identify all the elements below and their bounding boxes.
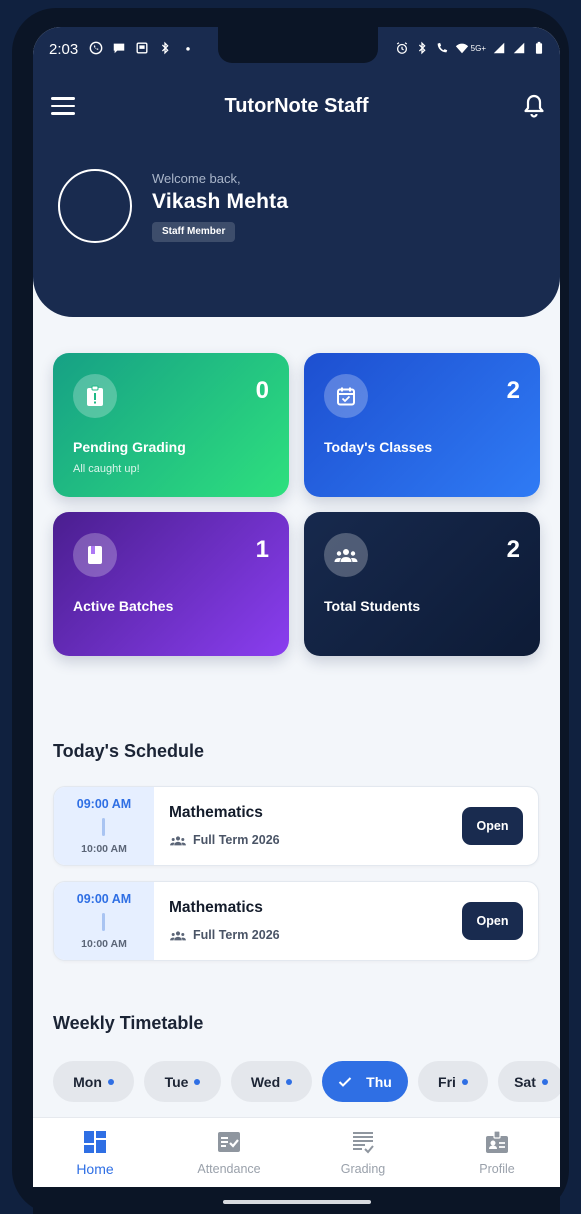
nav-label: Attendance: [197, 1162, 261, 1176]
end-time: 10:00 AM: [81, 843, 127, 855]
day-chip-mon[interactable]: Mon: [53, 1061, 134, 1102]
nav-profile[interactable]: Profile: [442, 1118, 552, 1188]
stat-card-pending-grading[interactable]: 0 Pending Grading All caught up!: [53, 353, 289, 497]
stat-value: 2: [506, 377, 520, 404]
day-label: Sat: [514, 1073, 536, 1090]
batch-info: Full Term 2026: [169, 928, 280, 942]
bell-icon[interactable]: [522, 93, 546, 119]
check-icon: [338, 1076, 352, 1087]
people-icon: [170, 835, 186, 845]
nav-label: Grading: [340, 1162, 386, 1176]
avatar[interactable]: [58, 169, 132, 243]
nav-home[interactable]: Home: [40, 1118, 150, 1188]
nav-label: Home: [76, 1161, 114, 1177]
stat-value: 0: [255, 377, 269, 404]
user-name: Vikash Mehta: [152, 190, 289, 213]
start-time: 09:00 AM: [76, 892, 132, 906]
people-icon: [324, 533, 368, 577]
whatsapp-icon: [89, 41, 103, 55]
stat-label: Today's Classes: [324, 439, 433, 455]
clipboard-alert-icon: [73, 374, 117, 418]
stat-label: Active Batches: [73, 598, 174, 614]
schedule-item[interactable]: 09:00 AM 10:00 AM Mathematics Full Term …: [53, 881, 539, 961]
bluetooth-icon: [161, 41, 169, 55]
stat-label: Total Students: [324, 598, 421, 614]
dot-indicator: [286, 1078, 293, 1085]
chat-icon: [113, 43, 125, 54]
time-divider: [102, 818, 105, 836]
attendance-icon: [218, 1132, 240, 1152]
timetable-section-title: Weekly Timetable: [53, 1013, 204, 1033]
stat-card-active-batches[interactable]: 1 Active Batches: [53, 512, 289, 656]
network-type: 5G+: [470, 43, 486, 53]
header-panel: 2:03 5G+ TutorNote Staff Welcome back, V…: [33, 27, 560, 317]
dashboard-icon: [84, 1131, 106, 1153]
status-bar: 2:03 5G+: [33, 37, 560, 63]
nav-attendance[interactable]: Attendance: [174, 1118, 284, 1188]
time-block: 09:00 AM 10:00 AM: [54, 787, 154, 865]
welcome-text: Welcome back,: [152, 171, 241, 186]
calendar-check-icon: [324, 374, 368, 418]
dot-indicator: [107, 1078, 114, 1085]
app-title: TutorNote Staff: [224, 95, 369, 117]
day-chip-sat[interactable]: Sat: [498, 1061, 560, 1102]
signal-icon: [493, 42, 505, 54]
notification-icons: [89, 41, 195, 55]
batch-name: Full Term 2026: [193, 833, 280, 847]
schedule-item[interactable]: 09:00 AM 10:00 AM Mathematics Full Term …: [53, 786, 539, 866]
home-indicator[interactable]: [223, 1200, 371, 1204]
gesture-area: [33, 1187, 560, 1214]
role-badge: Staff Member: [152, 222, 236, 242]
people-icon: [170, 930, 186, 940]
stat-label: Pending Grading: [73, 439, 186, 455]
book-icon: [73, 533, 117, 577]
day-label: Tue: [164, 1073, 189, 1090]
system-icons: 5G+: [395, 41, 546, 55]
time-divider: [102, 913, 105, 931]
stat-value: 1: [255, 536, 269, 563]
app-screen: 2:03 5G+ TutorNote Staff Welcome back, V…: [33, 27, 560, 1214]
start-time: 09:00 AM: [76, 797, 132, 811]
dot-indicator: [541, 1078, 548, 1085]
wifi-call-icon: [437, 42, 447, 53]
subject-name: Mathematics: [169, 804, 263, 821]
day-chip-thu[interactable]: Thu: [322, 1061, 408, 1102]
stat-card-total-students[interactable]: 2 Total Students: [304, 512, 540, 656]
status-time: 2:03: [49, 41, 79, 58]
nav-label: Profile: [479, 1162, 515, 1176]
battery-icon: [535, 41, 543, 54]
wifi-icon: [455, 43, 468, 54]
badge-icon: [486, 1130, 508, 1153]
stat-card-todays-classes[interactable]: 2 Today's Classes: [304, 353, 540, 497]
dot-indicator: [461, 1078, 468, 1085]
day-chip-wed[interactable]: Wed: [231, 1061, 312, 1102]
time-block: 09:00 AM 10:00 AM: [54, 882, 154, 960]
batch-info: Full Term 2026: [169, 833, 280, 847]
day-chip-tue[interactable]: Tue: [144, 1061, 221, 1102]
end-time: 10:00 AM: [81, 938, 127, 950]
square-icon: [136, 42, 148, 54]
dot-icon: [186, 47, 190, 51]
stat-value: 2: [506, 536, 520, 563]
bottom-nav: Home Attendance Grading Profile: [33, 1117, 560, 1187]
open-button[interactable]: Open: [462, 902, 523, 940]
day-selector: Mon Tue Wed Thu Fri Sat: [53, 1061, 560, 1103]
day-label: Wed: [250, 1073, 281, 1090]
dot-indicator: [194, 1078, 201, 1085]
subject-name: Mathematics: [169, 899, 263, 916]
nav-grading[interactable]: Grading: [308, 1118, 418, 1188]
open-button[interactable]: Open: [462, 807, 523, 845]
stat-subtext: All caught up!: [73, 463, 140, 475]
day-chip-fri[interactable]: Fri: [418, 1061, 488, 1102]
alarm-icon: [396, 42, 407, 54]
day-label: Mon: [73, 1073, 102, 1090]
bluetooth-icon: [418, 41, 426, 55]
day-label: Fri: [438, 1073, 456, 1090]
signal-icon: [513, 42, 525, 54]
app-bar: TutorNote Staff: [33, 93, 560, 125]
batch-name: Full Term 2026: [193, 928, 280, 942]
day-label: Thu: [366, 1073, 392, 1090]
schedule-section-title: Today's Schedule: [53, 741, 204, 761]
grading-icon: [353, 1132, 374, 1154]
